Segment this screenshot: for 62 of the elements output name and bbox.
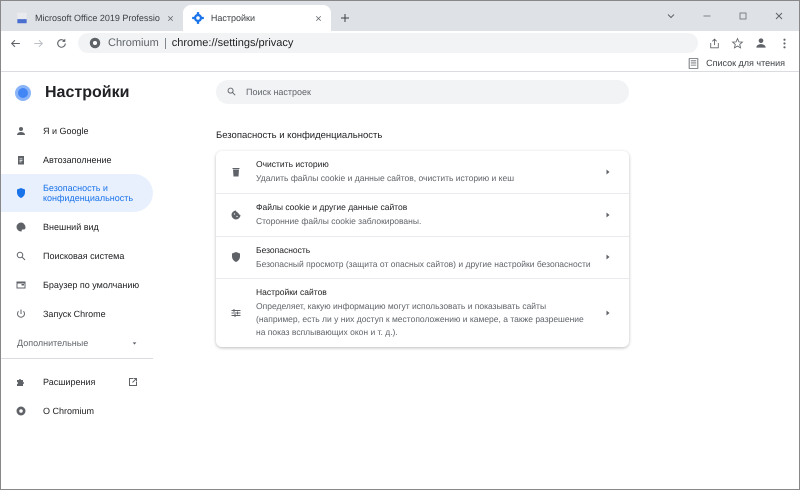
sidebar-item[interactable]: Браузер по умолчанию xyxy=(1,270,153,299)
row-subtitle: Определяет, какую информацию могут использовать и показывать сайты (например, есть ли у них доступ к местоположению и камере, а также разрешение на показ всплывающих окон и т. д.). xyxy=(256,300,585,338)
search-field[interactable]: Поиск настроек xyxy=(216,80,629,104)
arrow-icon xyxy=(605,254,611,260)
reload-icon[interactable] xyxy=(55,36,68,50)
sidebar-item[interactable]: Безопасность и конфиденциальность xyxy=(1,174,153,212)
doc-icon xyxy=(15,11,29,25)
person-icon xyxy=(15,124,27,136)
sidebar-item[interactable]: Автозаполнение xyxy=(1,145,153,174)
sidebar-item[interactable]: Поисковая система xyxy=(1,241,153,270)
settings-logo-icon xyxy=(15,85,31,101)
settings-row[interactable]: Очистить историю Удалить файлы cookie и данные сайтов, очистить историю и кеш xyxy=(216,151,629,193)
close-icon[interactable] xyxy=(166,14,175,22)
reading-list-link[interactable]: Список для чтения xyxy=(706,58,785,68)
browser-icon xyxy=(15,278,27,290)
browser-tab[interactable]: Настройки xyxy=(182,5,331,31)
browser-tab[interactable]: Microsoft Office 2019 Professio xyxy=(7,5,183,31)
page-title: Настройки xyxy=(45,84,130,102)
row-title: Безопасность xyxy=(256,244,312,254)
cookie-icon xyxy=(230,208,242,221)
palette-icon xyxy=(15,220,27,232)
share-icon[interactable] xyxy=(708,36,721,50)
arrow-icon xyxy=(605,168,611,175)
site-name: Chromium xyxy=(108,37,159,49)
shield-icon xyxy=(15,187,27,199)
row-title: Файлы cookie и другие данные сайтов xyxy=(256,202,408,212)
chromium-icon xyxy=(88,36,102,50)
search-icon xyxy=(15,250,27,262)
list-icon[interactable] xyxy=(687,56,700,70)
arrow-icon xyxy=(605,310,611,316)
sidebar-item[interactable]: Внешний вид xyxy=(1,212,153,241)
close-icon[interactable] xyxy=(314,14,323,22)
trash-icon xyxy=(230,166,242,178)
row-title: Настройки сайтов xyxy=(256,287,328,298)
sidebar-item[interactable]: Запуск Chrome xyxy=(1,299,153,328)
row-title: Очистить историю xyxy=(256,159,330,169)
sidebar-item[interactable]: Я и Google xyxy=(1,116,153,145)
sliders-icon xyxy=(230,306,242,319)
section-title: Безопасность и конфиденциальность xyxy=(216,130,384,141)
arrow-icon xyxy=(605,212,611,218)
search-icon xyxy=(226,86,237,97)
row-subtitle: Безопасный просмотр (защита от опасных сайтов) и другие настройки безопасности xyxy=(256,258,591,270)
settings-row[interactable]: Настройки сайтов Определяет, какую информацию могут использовать и показывать сайты (например, есть ли у них доступ к местоположению и камере, а также разрешение на показ всплывающих окон и т. д.). xyxy=(216,278,629,346)
chromium-icon xyxy=(15,404,27,416)
address-bar[interactable]: Chromium chrome://settings/privacy xyxy=(78,33,698,53)
star-icon[interactable] xyxy=(731,36,744,50)
close-icon[interactable] xyxy=(773,10,785,22)
settings-row[interactable]: Файлы cookie и другие данные сайтов Сторонние файлы cookie заблокированы. xyxy=(216,192,629,236)
clipboard-icon xyxy=(15,154,27,166)
maximize-icon[interactable] xyxy=(737,10,749,22)
url-text: chrome://settings/privacy xyxy=(172,37,294,49)
advanced-toggle[interactable]: Дополнительные xyxy=(1,328,153,359)
sidebar-item[interactable]: Расширения xyxy=(1,367,153,396)
row-subtitle: Удалить файлы cookie и данные сайтов, очистить историю и кеш xyxy=(256,172,516,185)
profile-icon[interactable] xyxy=(754,36,768,50)
gear-icon xyxy=(190,11,205,25)
sidebar-item[interactable]: О Chromium xyxy=(1,396,153,425)
settings-row[interactable]: Безопасность Безопасный просмотр (защита от опасных сайтов) и другие настройки безопасности xyxy=(216,236,629,278)
power-icon xyxy=(15,308,27,320)
shield-icon xyxy=(230,251,242,264)
new-tab-icon[interactable] xyxy=(338,12,351,24)
row-subtitle: Сторонние файлы cookie заблокированы. xyxy=(256,214,422,228)
